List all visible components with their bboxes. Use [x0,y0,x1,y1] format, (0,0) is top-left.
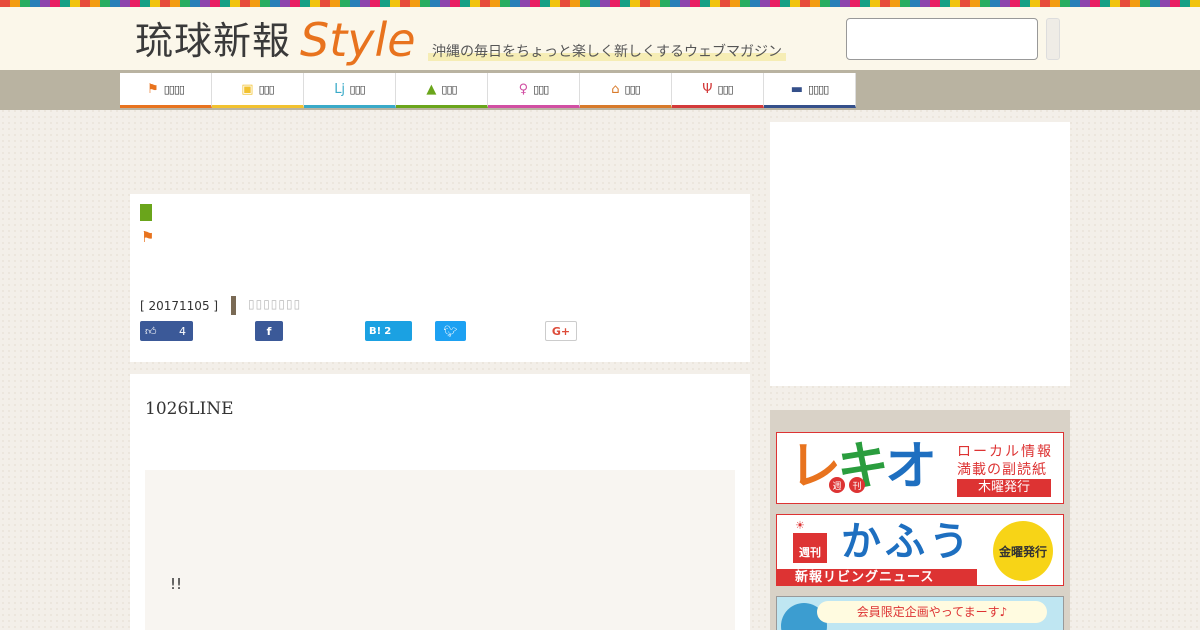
nav-item-label: ▯▯▯ [349,82,366,96]
nav-item-4[interactable]: ▲ ▯▯▯ [396,73,488,108]
briefcase-icon: ▬ [790,81,804,97]
nav-item-1[interactable]: ⚑ ▯▯▯▯ [120,73,212,108]
main-nav: ⚑ ▯▯▯▯ ▣ ▯▯▯ ǈ ▯▯▯ ▲ ▯▯▯ ♀ ▯▯▯ ⌂ ▯▯▯ Ψ ▯… [120,73,856,108]
header-wave-decoration [0,0,1200,7]
nav-item-label: ▯▯▯ [533,82,549,96]
nav-item-label: ▯▯▯ [624,82,641,96]
flag-icon: ⚑ [147,81,159,97]
nav-item-label: ▯▯▯ [258,82,275,96]
category-marker [140,204,152,221]
google-plus-share-button[interactable]: G+ [545,321,577,341]
sun-icon: ☀ [795,519,805,532]
article-content-text: !! [170,575,183,593]
article-lead: 1026LINE [145,399,234,419]
thumbs-up-icon: 👍︎ [145,324,157,338]
hatena-count: 2 [384,325,392,337]
nav-item-label: ▯▯▯▯ [163,82,185,96]
article-body: 1026LINE !! [130,374,750,630]
graduation-cap-icon: ▲ [426,81,437,97]
nav-item-7[interactable]: Ψ ▯▯▯ [672,73,764,108]
kafuu-banner[interactable]: ☀ 週刊 かふう 金曜発行 新報リビングニュース [776,514,1064,586]
flag-icon[interactable]: ⚑ [141,228,154,246]
utensils-icon: Ψ [702,81,713,97]
rekio-copy-1: ローカル情報 [957,444,1053,460]
twitter-icon: 🐦︎ [443,324,458,338]
member-campaign-banner[interactable]: 会員限定企画やってまーす♪ [776,596,1064,630]
rekio-logo-o: オ [885,437,937,497]
people-icon: ǈ [334,81,345,97]
weekly-badge: 刊 [849,477,865,493]
hatena-icon: B! [369,325,382,337]
date-divider [231,296,236,315]
hatena-bookmark-button[interactable]: B! 2 [365,321,412,341]
article-content-box: !! [145,470,735,630]
post-date: [ 20171105 ] [140,299,219,313]
nav-item-label: ▯▯▯ [717,82,734,96]
google-plus-icon: G+ [551,324,571,338]
nav-item-label: ▯▯▯▯ [808,82,829,96]
twitter-share-button[interactable]: 🐦︎ [435,321,466,341]
nav-item-label: ▯▯▯ [441,82,457,96]
nav-item-6[interactable]: ⌂ ▯▯▯ [580,73,672,108]
sidebar-banner-panel: レキオ 週 刊 ローカル情報 満載の副読紙 木曜発行 ☀ 週刊 かふう 金曜発行… [770,410,1070,630]
search-input[interactable] [846,18,1038,60]
article-header: ⚑ [ 20171105 ] ▯▯▯▯▯▯▯ 👍︎ 4 f B! 2 🐦︎ G+ [130,194,750,362]
gift-icon: ▣ [241,81,254,97]
dancer-icon: ♀ [518,81,529,97]
site-header: 琉球新報 Style 沖縄の毎日をちょっと楽しく新しくするウェブマガジン [0,7,1200,70]
search-button[interactable] [1046,18,1060,60]
site-tagline: 沖縄の毎日をちょっと楽しく新しくするウェブマガジン [428,43,786,61]
rekio-banner[interactable]: レキオ 週 刊 ローカル情報 満載の副読紙 木曜発行 [776,432,1064,504]
site-logo-en[interactable]: Style [300,15,416,65]
site-logo-jp[interactable]: 琉球新報 [135,21,291,61]
house-icon: ⌂ [611,81,620,97]
campaign-bubble: 会員限定企画やってまーす♪ [817,601,1047,623]
house-icon: 週刊 [793,533,827,563]
rekio-publish-day: 木曜発行 [957,479,1051,497]
facebook-share-button[interactable]: f [255,321,283,341]
nav-item-5[interactable]: ♀ ▯▯▯ [488,73,580,108]
facebook-like-button[interactable]: 👍︎ 4 [140,321,193,341]
kafuu-publish-day: 金曜発行 [993,521,1053,581]
kafuu-subtitle: 新報リビングニュース [777,569,977,585]
sidebar-ad[interactable] [770,122,1070,386]
kafuu-logo: かふう [841,519,973,565]
nav-item-2[interactable]: ▣ ▯▯▯ [212,73,304,108]
facebook-icon: f [266,324,272,338]
like-count: 4 [179,324,186,338]
rekio-copy-2: 満載の副読紙 [957,462,1047,478]
nav-item-8[interactable]: ▬ ▯▯▯▯ [764,73,856,108]
nav-item-3[interactable]: ǈ ▯▯▯ [304,73,396,108]
post-author[interactable]: ▯▯▯▯▯▯▯ [248,297,301,311]
weekly-badge: 週 [829,477,845,493]
